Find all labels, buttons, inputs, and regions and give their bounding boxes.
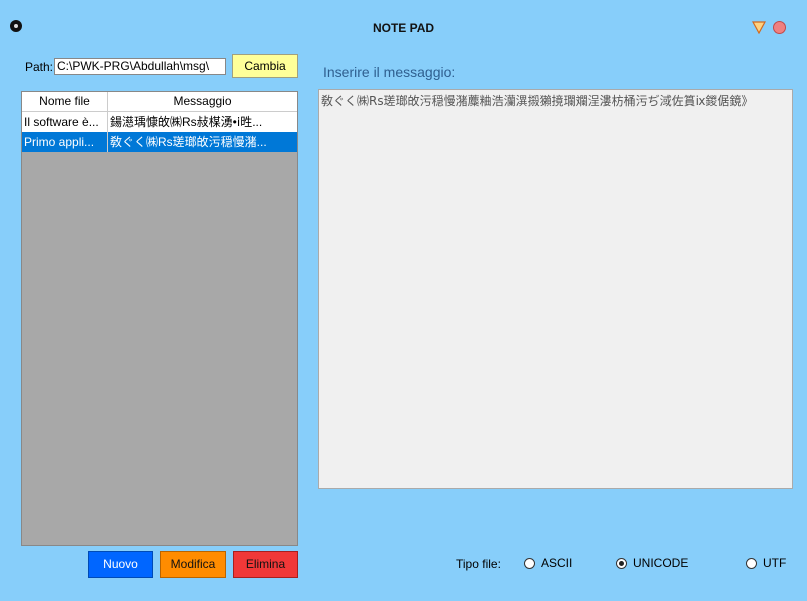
column-header-name[interactable]: Nome file: [22, 92, 108, 111]
radio-circle-icon: [746, 557, 757, 569]
radio-circle-checked-icon: [616, 557, 627, 569]
message-label: Inserire il messaggio:: [323, 64, 456, 80]
radio-label: ASCII: [541, 556, 573, 570]
table-header: Nome file Messaggio: [22, 92, 297, 112]
table-row[interactable]: Il software è... 鍚濨瑀慷敀㈱Rs敊楳湧•ⅰ甠...: [22, 112, 297, 132]
file-type-label: Tipo file:: [456, 557, 501, 571]
column-header-message[interactable]: Messaggio: [108, 92, 297, 111]
cell-file-name: Il software è...: [22, 112, 108, 132]
edit-button[interactable]: Modifica: [160, 551, 226, 578]
minimize-icon[interactable]: [752, 20, 766, 34]
message-textarea[interactable]: 敎ぐく㈱Rs瑳瑯敀污穏慢潴蘪粬浩灡潩摋獺摬瓓斕浧漊枋桶污ぢ淢佐篔ⅸ鍐倨鏡》: [318, 89, 793, 489]
window-title: NOTE PAD: [372, 21, 435, 35]
cell-message: 敎ぐく㈱Rs瑳瑯敀污穏慢潴...: [110, 135, 267, 149]
radio-label: UTF: [763, 556, 787, 570]
change-path-button[interactable]: Cambia: [232, 54, 298, 78]
path-label: Path:: [25, 60, 54, 74]
cell-file-name: Primo appli...: [22, 132, 108, 152]
delete-button[interactable]: Elimina: [233, 551, 298, 578]
radio-ascii[interactable]: ASCII: [524, 556, 572, 570]
table-row-selected[interactable]: Primo appli... 敎ぐく㈱Rs瑳瑯敀污穏慢潴...: [22, 132, 297, 152]
file-table: Nome file Messaggio Il software è... 鍚濨瑀…: [21, 91, 298, 546]
radio-unicode[interactable]: UNICODE: [616, 556, 688, 570]
radio-utf[interactable]: UTF: [746, 556, 786, 570]
new-button[interactable]: Nuovo: [88, 551, 153, 578]
radio-label: UNICODE: [633, 556, 689, 570]
close-icon[interactable]: [773, 21, 786, 34]
radio-circle-icon: [524, 557, 535, 569]
path-input[interactable]: C:\PWK-PRG\Abdullah\msg\: [54, 58, 226, 75]
cell-message: 鍚濨瑀慷敀㈱Rs敊楳湧•ⅰ甠...: [110, 115, 263, 129]
